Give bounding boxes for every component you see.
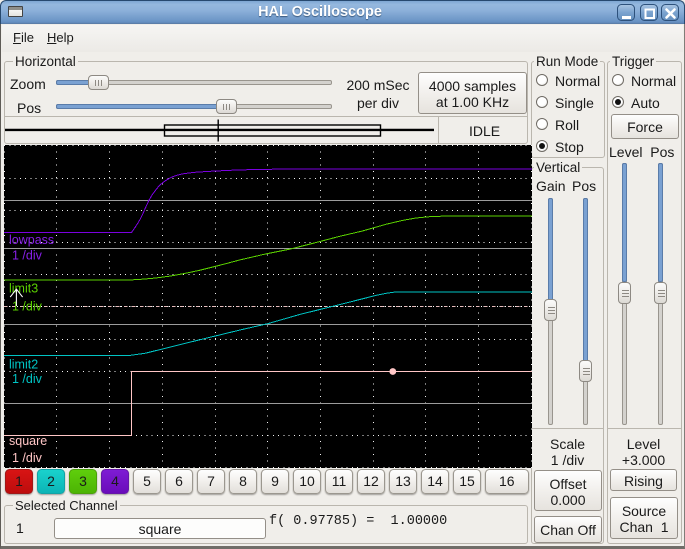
svg-text:square: square xyxy=(9,434,47,448)
svg-text:1 /div: 1 /div xyxy=(12,249,43,263)
svg-text:limit2: limit2 xyxy=(9,357,38,371)
svg-text:1 /div: 1 /div xyxy=(12,451,43,465)
svg-text:1 /div: 1 /div xyxy=(12,372,43,386)
svg-text:lowpass: lowpass xyxy=(9,233,54,247)
